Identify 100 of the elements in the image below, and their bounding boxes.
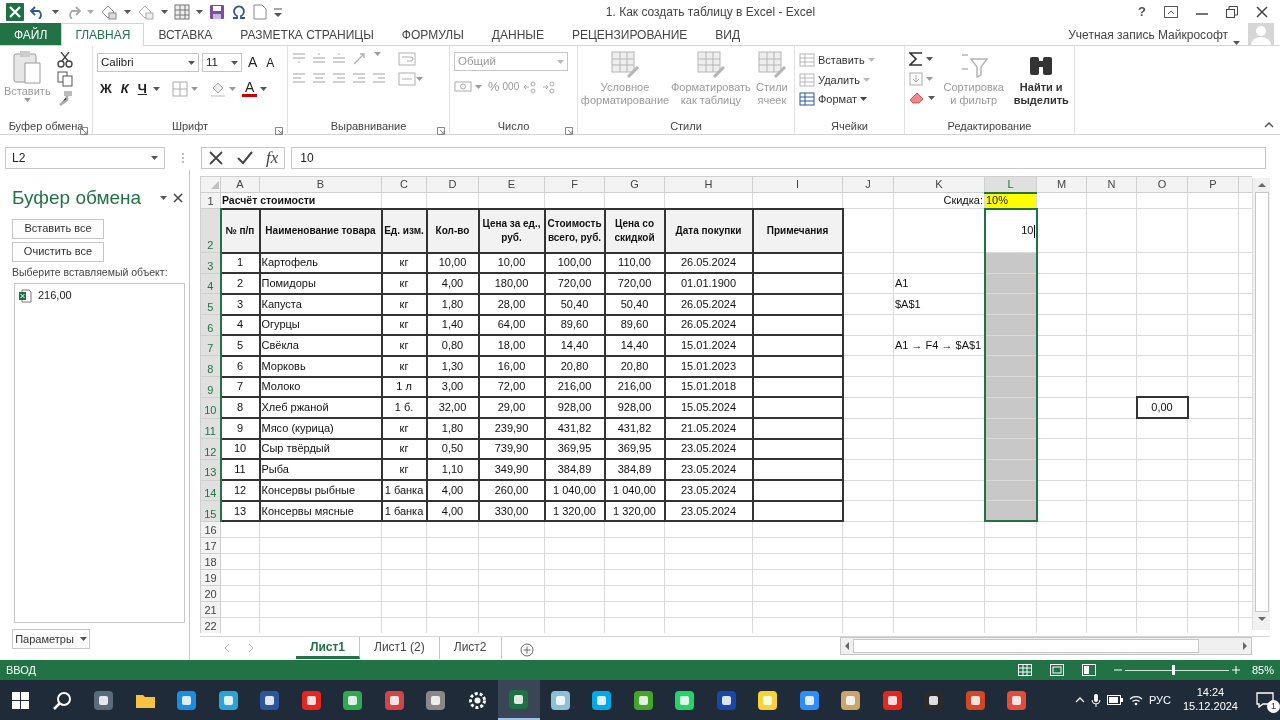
note-icon[interactable] [756,688,780,712]
restore-icon[interactable] [1226,6,1238,18]
language-indicator[interactable]: РУС [1148,691,1171,709]
microphone-icon[interactable] [1090,693,1101,707]
column-header[interactable]: L [984,176,1037,193]
app-icon[interactable] [631,688,655,712]
column-header[interactable]: K [893,176,985,193]
app-icon[interactable] [590,688,614,712]
copy-icon[interactable] [56,71,73,87]
column-header[interactable]: A [220,176,260,193]
battery-icon[interactable] [1106,695,1123,705]
save-icon[interactable] [209,4,225,20]
spreadsheet-icon[interactable] [507,687,531,711]
clock-time[interactable]: 14:24 [1196,686,1225,700]
help-button[interactable]: ? [1138,2,1146,22]
app-icon[interactable] [1005,688,1029,712]
close-icon[interactable] [173,193,183,204]
column-header[interactable]: H [664,176,753,193]
ribbon-tab[interactable]: ГЛАВНАЯ [61,23,145,46]
zoom-level[interactable]: 85% [1251,661,1274,679]
wifi-icon[interactable] [1128,694,1143,706]
cells-button[interactable]: Формат [799,91,900,108]
caret-icon[interactable] [52,10,59,14]
calculator-icon[interactable] [92,688,116,712]
font-color-button[interactable]: A [241,80,258,98]
cancel-icon[interactable] [208,149,224,166]
microphone-icon[interactable] [424,688,448,712]
row-header[interactable]: 6 [200,314,221,336]
row-header[interactable]: 3 [200,252,221,274]
row-header[interactable]: 5 [200,293,221,315]
page-break-view-icon[interactable] [1081,664,1096,676]
row-header[interactable]: 12 [200,438,221,460]
row-header[interactable]: 7 [200,335,221,356]
underline-button[interactable]: Ч [134,79,150,99]
notification-icon[interactable] [1256,692,1274,708]
formula-input[interactable]: 10 [291,146,1266,169]
options-button[interactable]: Параметры [12,629,90,650]
dialog-launcher-icon[interactable] [437,126,445,135]
font-name-field[interactable]: Calibri [97,53,199,72]
pane-button[interactable]: Вставить все [12,218,104,239]
row-header[interactable]: 14 [200,480,221,501]
caret-icon[interactable] [152,86,160,91]
row-header[interactable]: 15 [200,500,221,522]
customize-icon[interactable] [273,6,283,18]
horizontal-scrollbar[interactable] [840,637,1252,655]
shrink-font-button[interactable]: A [263,53,278,72]
normal-view-icon[interactable] [1017,664,1032,676]
chat-icon[interactable] [673,688,697,712]
column-header[interactable]: F [544,176,605,193]
caret-icon[interactable] [260,86,268,91]
ribbon-tab[interactable]: РЕЦЕНЗИРОВАНИЕ [557,23,702,45]
ribbon-tab[interactable]: ФАЙЛ [0,23,62,45]
shape-icon[interactable] [100,4,118,20]
ribbon-tab[interactable]: ВИД [701,23,755,45]
caret-icon[interactable] [161,10,168,14]
column-header[interactable]: O [1136,176,1188,193]
column-header[interactable]: M [1036,176,1087,193]
app-icon[interactable] [548,688,572,712]
column-header[interactable]: N [1086,176,1137,193]
caret-icon[interactable] [151,155,158,160]
caret-icon[interactable] [196,10,203,14]
collapse-ribbon-icon[interactable] [1264,122,1274,128]
caret-icon[interactable] [928,96,935,100]
ribbon-display-icon[interactable] [1164,6,1178,18]
browser-icon[interactable] [299,688,323,712]
close-icon[interactable] [1256,6,1268,18]
browser-icon[interactable] [175,688,199,712]
clipboard-item[interactable]: 216,00 [18,287,181,304]
caret-icon[interactable] [188,60,195,65]
ribbon-tab[interactable]: ДАННЫЕ [477,23,558,45]
italic-button[interactable]: К [117,79,132,99]
row-header[interactable]: 8 [200,355,221,377]
font-size-field[interactable]: 11 [202,53,242,72]
check-icon[interactable] [236,149,254,166]
row-header[interactable]: 2 [200,208,221,253]
column-header[interactable]: P [1187,176,1239,193]
row-header[interactable]: 11 [200,418,221,439]
caret-icon[interactable] [1233,41,1240,45]
ribbon-tab[interactable]: ФОРМУЛЫ [387,23,478,45]
caret-icon[interactable] [124,10,131,14]
scissors-icon[interactable] [382,688,406,712]
caret-icon[interactable] [926,57,933,61]
account-link[interactable]: Учетная запись Майкрософт [1054,23,1233,45]
zoom-slider[interactable] [1124,664,1229,676]
table-icon[interactable] [174,4,190,20]
document-icon[interactable] [258,688,282,712]
video-call-icon[interactable] [797,688,821,712]
vertical-scrollbar[interactable] [1252,178,1270,630]
column-header[interactable]: D [426,176,479,193]
grow-font-button[interactable]: A [245,52,261,73]
browser-icon[interactable] [341,688,365,712]
drag-handle-icon[interactable] [181,151,185,164]
insert-function-button[interactable]: fx [266,148,279,167]
row-header[interactable]: 10 [200,397,221,418]
dialog-launcher-icon[interactable] [565,126,573,135]
column-header[interactable]: C [381,176,427,193]
palette-icon[interactable] [839,688,863,712]
column-header[interactable]: E [478,176,545,193]
zoom-in-icon[interactable] [1231,666,1240,674]
sheet-tab[interactable]: Лист2 [439,637,502,659]
